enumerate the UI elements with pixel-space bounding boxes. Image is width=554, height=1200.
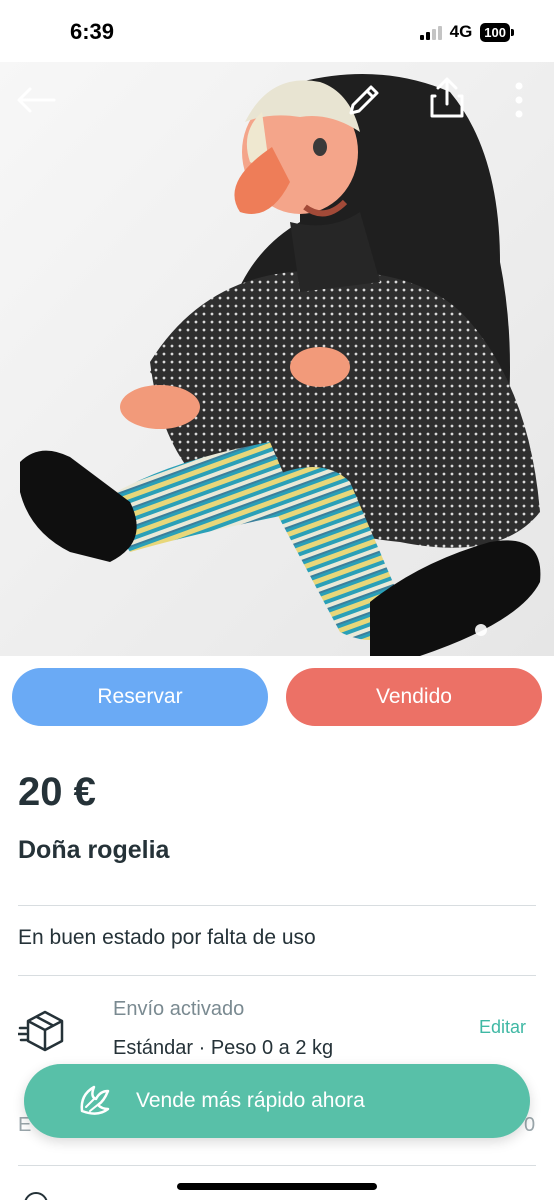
reserve-button[interactable]: Reservar xyxy=(12,668,268,726)
sold-button[interactable]: Vendido xyxy=(286,668,542,726)
product-image[interactable] xyxy=(0,62,554,656)
divider xyxy=(18,975,536,976)
divider xyxy=(18,1165,536,1166)
shipping-detail: Estándar · Peso 0 a 2 kg xyxy=(113,1037,334,1059)
pencil-icon[interactable] xyxy=(342,78,386,122)
edit-shipping-link[interactable]: Editar xyxy=(479,1017,526,1038)
network-type: 4G xyxy=(449,22,473,41)
price: 20 € xyxy=(18,770,96,814)
listing-description: En buen estado por falta de uso xyxy=(18,926,316,949)
share-icon[interactable] xyxy=(424,74,470,122)
battery-level: 100 xyxy=(480,22,510,42)
back-arrow-icon[interactable] xyxy=(14,80,58,120)
battery-icon: 100 xyxy=(480,22,514,42)
signal-icon xyxy=(419,24,442,40)
shipping-title: Envío activado xyxy=(113,998,245,1020)
status-time: 6:39 xyxy=(70,19,115,44)
divider xyxy=(18,905,536,906)
avatar xyxy=(24,1192,48,1200)
home-indicator[interactable] xyxy=(177,1183,377,1190)
product-photo xyxy=(0,62,554,656)
sell-faster-label: Vende más rápido ahora xyxy=(136,1089,365,1112)
wing-icon xyxy=(80,1085,110,1115)
status-indicators: 4G 100 xyxy=(419,22,514,42)
package-icon xyxy=(16,1004,72,1058)
sell-faster-button[interactable]: Vende más rápido ahora xyxy=(24,1064,530,1138)
listing-title: Doña rogelia xyxy=(18,836,170,864)
carousel-indicator xyxy=(475,624,487,636)
more-vertical-icon[interactable] xyxy=(504,76,534,124)
status-bar: 6:39 4G 100 xyxy=(0,0,554,62)
